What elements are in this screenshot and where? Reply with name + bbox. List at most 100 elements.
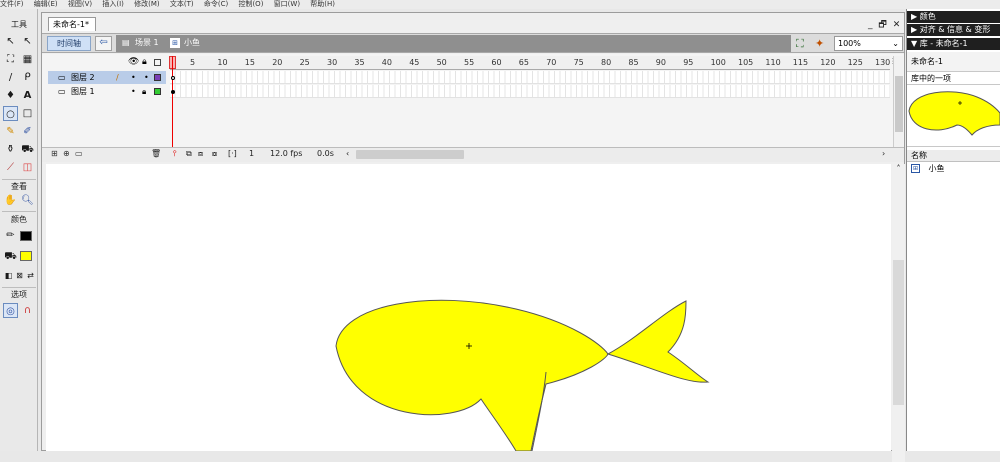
keyframe-marker[interactable] <box>171 90 175 94</box>
frame-tick-label: 90 <box>655 58 666 67</box>
library-panel-header[interactable]: ▼ 库 - 未命名-1 <box>907 38 1000 50</box>
eye-icon[interactable]: 👁︎ <box>128 57 139 67</box>
menu-file[interactable]: 文件(F) <box>0 0 24 8</box>
lock-dot[interactable]: • <box>144 71 149 84</box>
layer-outline-color[interactable] <box>154 88 161 95</box>
menu-help[interactable]: 帮助(H) <box>310 0 335 8</box>
center-frame-icon[interactable]: ⫯ <box>173 148 176 160</box>
frame-rate[interactable]: 12.0 fps <box>270 148 302 160</box>
minimize-icon[interactable]: _ <box>868 20 873 30</box>
hand-tool-icon[interactable]: ✋ <box>3 193 18 208</box>
breadcrumb-scene[interactable]: 场景 1 <box>135 37 159 49</box>
stroke-color-icon: ✏ <box>6 230 15 241</box>
menu-control[interactable]: 控制(O) <box>238 0 263 8</box>
text-tool-icon[interactable]: A <box>20 88 35 103</box>
scrollbar-thumb[interactable] <box>895 76 903 132</box>
close-icon[interactable]: ✕ <box>893 20 901 30</box>
edit-symbols-icon[interactable]: ✦ <box>815 36 830 51</box>
breadcrumb-symbol[interactable]: 小鱼 <box>184 37 200 49</box>
layer-row[interactable]: ▭ 图层 1 • 🔒︎ <box>48 85 166 98</box>
frame-tick-label: 25 <box>299 58 310 67</box>
brush-tool-icon[interactable]: ✐ <box>20 124 35 139</box>
fish-body[interactable] <box>335 299 609 452</box>
rectangle-tool-icon[interactable]: □ <box>20 106 35 121</box>
library-item-count: 库中的一项 <box>907 72 1000 85</box>
eyedropper-icon[interactable]: ⟋ <box>3 160 18 175</box>
timeline-toggle-button[interactable]: 时间轴 <box>47 36 91 51</box>
fish-graphic[interactable] <box>46 164 891 452</box>
playhead-line[interactable] <box>172 56 173 159</box>
scroll-right-icon[interactable]: › <box>882 148 885 160</box>
fill-transform-icon[interactable]: ▦ <box>20 52 35 67</box>
fish-tail[interactable] <box>606 300 710 383</box>
lock-icon[interactable]: 🔒︎ <box>142 57 147 67</box>
onion-skin-icon[interactable]: ⧉ <box>186 148 192 160</box>
zoom-select[interactable]: 100% ⌄ <box>834 36 903 51</box>
stroke-color-swatch[interactable] <box>20 231 32 241</box>
frame-tick-label: 40 <box>381 58 392 67</box>
add-guide-icon[interactable]: ⊕ <box>63 148 70 160</box>
stage-scrollbar-thumb[interactable] <box>893 260 904 405</box>
frame-tick-label: 100 <box>710 58 726 67</box>
eraser-icon[interactable]: ◫ <box>20 160 35 175</box>
lock-icon[interactable]: 🔒︎ <box>142 85 146 98</box>
layer-name[interactable]: 图层 1 <box>71 85 95 98</box>
library-document-name[interactable]: 未命名-1 <box>907 52 1000 72</box>
ink-bottle-icon[interactable]: ⚱ <box>3 142 18 157</box>
snap-magnet-icon[interactable]: ∩ <box>20 303 35 318</box>
arrow-tool-icon[interactable]: ↖ <box>3 34 18 49</box>
layer-frames-row[interactable] <box>170 71 890 84</box>
delete-layer-icon[interactable]: 🗑︎ <box>151 148 161 160</box>
timeline-hscroll-thumb[interactable] <box>356 150 464 159</box>
edit-multiple-frames-icon[interactable]: ⧇ <box>212 148 217 160</box>
timeline-scrollbar[interactable] <box>893 56 903 148</box>
restore-icon[interactable]: 🗗 <box>878 20 886 30</box>
library-item[interactable]: ⊞ 小鱼 <box>907 162 1000 175</box>
pencil-tool-icon[interactable]: ✎ <box>3 124 18 139</box>
menu-insert[interactable]: 插入(I) <box>102 0 124 8</box>
visibility-dot[interactable]: • <box>131 71 136 84</box>
oval-tool-icon[interactable]: ○ <box>3 106 18 121</box>
fish-preview-body <box>908 91 1000 136</box>
toolbox-divider <box>2 211 36 212</box>
fill-color-swatch[interactable] <box>20 251 32 261</box>
pen-tool-icon[interactable]: ♦ <box>3 88 18 103</box>
zoom-tool-icon[interactable]: 🔍︎ <box>20 193 35 208</box>
onion-outline-icon[interactable]: ⧈ <box>198 148 203 160</box>
free-transform-icon[interactable]: ⛶ <box>3 52 18 67</box>
lasso-tool-icon[interactable]: ᑭ <box>20 70 35 85</box>
align-panel-header[interactable]: ▶ 对齐 & 信息 & 变形 <box>907 24 1000 36</box>
document-tab[interactable]: 未命名-1* <box>48 17 96 31</box>
visibility-dot[interactable]: • <box>131 85 136 98</box>
stage-canvas[interactable] <box>46 164 891 452</box>
object-drawing-icon[interactable]: ◎ <box>3 303 18 318</box>
edit-scene-icon[interactable]: ⛶ <box>796 36 811 51</box>
outline-icon[interactable] <box>154 58 161 68</box>
layer-frames-row[interactable] <box>170 85 890 98</box>
keyframe-marker[interactable] <box>171 76 175 80</box>
color-panel-header[interactable]: ▶ 颜色 <box>907 11 1000 23</box>
layer-row[interactable]: ▭ 图层 2 / • • <box>48 71 166 84</box>
layer-outline-color[interactable] <box>154 74 161 81</box>
layer-name[interactable]: 图层 2 <box>71 71 95 84</box>
frame-tick-label: 70 <box>546 58 557 67</box>
paint-bucket-icon[interactable]: ⛟ <box>20 142 35 157</box>
library-preview <box>907 85 1000 147</box>
scroll-up-icon[interactable]: ˄ <box>892 164 905 175</box>
subselect-tool-icon[interactable]: ↖ <box>20 34 35 49</box>
menu-text[interactable]: 文本(T) <box>170 0 194 8</box>
swap-colors-icon[interactable]: ⇄ <box>23 268 38 283</box>
add-layer-icon[interactable]: ⊞ <box>51 148 58 160</box>
frame-tick-label: 65 <box>518 58 529 67</box>
menu-modify[interactable]: 修改(M) <box>134 0 160 8</box>
menu-view[interactable]: 视图(V) <box>68 0 92 8</box>
onion-markers-icon[interactable]: [·] <box>228 148 237 160</box>
library-column-header[interactable]: 名称 <box>907 150 1000 162</box>
back-arrow-icon[interactable]: ⇦ <box>95 36 112 51</box>
add-folder-icon[interactable]: ▭ <box>75 148 83 160</box>
line-tool-icon[interactable]: / <box>3 70 18 85</box>
menu-commands[interactable]: 命令(C) <box>204 0 228 8</box>
menu-window[interactable]: 窗口(W) <box>274 0 300 8</box>
scroll-left-icon[interactable]: ‹ <box>346 148 349 160</box>
menu-edit[interactable]: 编辑(E) <box>34 0 58 8</box>
